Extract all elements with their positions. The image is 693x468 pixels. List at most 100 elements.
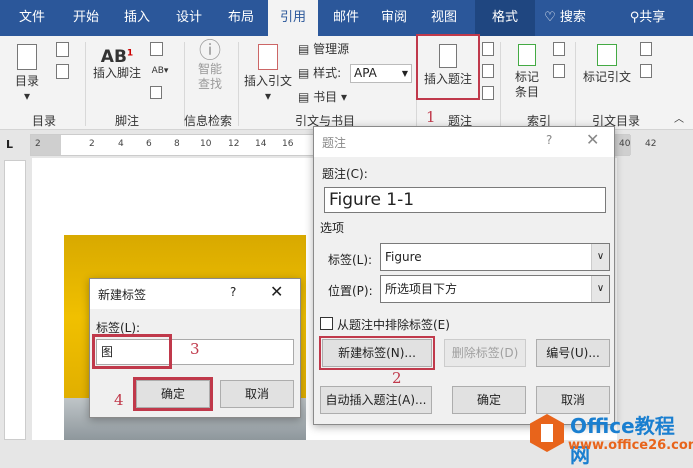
tab-insert[interactable]: 插入 (117, 0, 157, 36)
caption-dialog: 题注 ? ✕ 题注(C): Figure 1-1 选项 标签(L): Figur… (313, 126, 615, 425)
mark-citation-icon (597, 44, 617, 66)
show-notes-button[interactable] (146, 86, 166, 103)
group-label-research: 信息检索 (184, 114, 233, 128)
ruler-tick: 14 (255, 139, 267, 149)
exclude-label-text: 从题注中排除标签(E) (337, 318, 450, 332)
caption-dialog-titlebar: 题注 ? ✕ (314, 127, 614, 157)
ruler-tick: 40 (619, 139, 631, 149)
update-table-button-2[interactable] (482, 64, 494, 82)
insert-citation-button[interactable]: 插入引文 ▾ (242, 44, 294, 104)
update-toa-button[interactable] (640, 64, 652, 82)
tab-file[interactable]: 文件 (12, 0, 52, 36)
label-select[interactable]: Figure ∨ (380, 243, 610, 271)
style-select[interactable]: APA ▼ (350, 64, 412, 83)
new-label-dialog: 新建标签 ? ✕ 标签(L): 图 3 确定 取消 4 (89, 278, 301, 418)
mark-citation-label: 标记引文 (582, 70, 631, 84)
tab-home[interactable]: 开始 (66, 0, 106, 36)
update-index-icon (553, 64, 565, 78)
next-footnote-button[interactable]: AB▾ (146, 64, 174, 79)
numbering-button[interactable]: 编号(U)... (536, 339, 610, 367)
chevron-down-icon: ▼ (401, 69, 408, 78)
autocaption-button[interactable]: 自动插入题注(A)... (320, 386, 432, 414)
position-value: 所选项目下方 (385, 282, 458, 296)
office-logo-mark (541, 424, 553, 442)
update-toa-icon (640, 64, 652, 78)
label-label: 标签(L): (328, 253, 373, 267)
tab-format[interactable]: 格式 (475, 0, 535, 36)
cancel-button[interactable]: 取消 (220, 380, 294, 408)
cross-reference-icon (482, 86, 494, 100)
manage-sources-button[interactable]: ▤ 管理源 (298, 42, 349, 57)
citation-icon (258, 44, 278, 70)
chevron-down-icon: ∨ (591, 276, 609, 302)
ruler-tick: 10 (200, 139, 212, 149)
mark-citation-button[interactable]: 标记引文 (580, 44, 634, 85)
insert-table-figures-button[interactable] (482, 42, 494, 60)
label-value: Figure (385, 250, 422, 264)
highlight-ok (133, 377, 213, 411)
share-label: 共享 (639, 10, 666, 25)
insert-toa-button[interactable] (640, 42, 652, 60)
magnifier-icon: ⓘ (198, 39, 221, 64)
bibliography-button[interactable]: ▤ 书目 ▾ (298, 90, 347, 105)
help-button[interactable]: ? (546, 133, 552, 147)
vertical-ruler[interactable] (4, 160, 26, 440)
person-icon: ⚲ (629, 10, 640, 25)
ribbon: 目录 ▾ 目录 AB1 插入脚注 AB▾ 脚注 ⓘ 智能查找 信息检索 插入引文 ▾ ▤… (0, 34, 693, 130)
manage-sources-label: 管理源 (313, 42, 350, 56)
exclude-label-checkbox[interactable] (320, 317, 333, 330)
insert-footnote-button[interactable]: AB1 插入脚注 (90, 46, 144, 81)
caption-input[interactable]: Figure 1-1 (324, 187, 606, 213)
group-label-toc: 目录 (32, 114, 57, 128)
collapse-ribbon-button[interactable]: ︿ (674, 112, 684, 127)
style-value: APA (354, 66, 377, 80)
ruler-tick: 4 (118, 139, 124, 149)
close-icon[interactable]: ✕ (586, 130, 599, 149)
tab-design[interactable]: 设计 (168, 0, 210, 36)
smart-lookup-button[interactable]: ⓘ 智能查找 (190, 41, 230, 92)
ruler-tick: 16 (282, 139, 294, 149)
toc-icon (17, 44, 37, 70)
position-select[interactable]: 所选项目下方 ∨ (380, 275, 610, 303)
step-number-1: 1 (426, 108, 436, 126)
tab-stop-selector[interactable]: L (6, 138, 13, 151)
tab-review[interactable]: 审阅 (374, 0, 414, 36)
ruler-tick: 2 (35, 139, 41, 149)
help-button[interactable]: ? (230, 285, 236, 299)
chevron-down-icon: ∨ (591, 244, 609, 270)
bibliography-label: 书目 (313, 90, 338, 104)
watermark-logo: Office教程网 www.office26.com (530, 410, 693, 467)
ruler-tick: 2 (89, 139, 95, 149)
ruler-tick: 6 (146, 139, 152, 149)
step-number-4: 4 (114, 391, 124, 409)
ok-button[interactable]: 确定 (452, 386, 526, 414)
caption-label: 题注(C): (322, 167, 368, 181)
toa-icon (640, 42, 652, 56)
ruler-tick: 8 (174, 139, 180, 149)
share-button[interactable]: ⚲共享 (620, 0, 675, 36)
smart-lookup-label: 智能查找 (197, 62, 222, 91)
style-label: ▤ 样式: (298, 66, 342, 80)
tab-references[interactable]: 引用 (268, 0, 318, 36)
position-label: 位置(P): (328, 284, 373, 298)
tab-layout[interactable]: 布局 (220, 0, 262, 36)
options-heading: 选项 (320, 221, 345, 235)
delete-label-button: 删除标签(D) (444, 339, 526, 367)
add-text-button[interactable] (50, 42, 74, 61)
mark-entry-button[interactable]: 标记条目 (510, 44, 544, 100)
search-button[interactable]: ♡ 搜索 (540, 0, 590, 36)
insert-index-button[interactable] (553, 42, 565, 60)
cross-reference-button[interactable] (482, 86, 494, 104)
update-index-button[interactable] (553, 64, 565, 82)
new-label-titlebar: 新建标签 ? ✕ (90, 279, 300, 309)
caption-value: Figure 1-1 (329, 190, 415, 210)
toc-button[interactable]: 目录 ▾ (10, 44, 44, 104)
table-figures-icon (482, 42, 494, 56)
update-table-button[interactable] (50, 64, 74, 83)
tab-mailings[interactable]: 邮件 (325, 0, 367, 36)
add-text-icon (55, 42, 69, 57)
close-icon[interactable]: ✕ (270, 282, 283, 301)
tab-view[interactable]: 视图 (424, 0, 464, 36)
insert-endnote-button[interactable] (146, 42, 166, 60)
dialog-title: 题注 (322, 136, 347, 150)
